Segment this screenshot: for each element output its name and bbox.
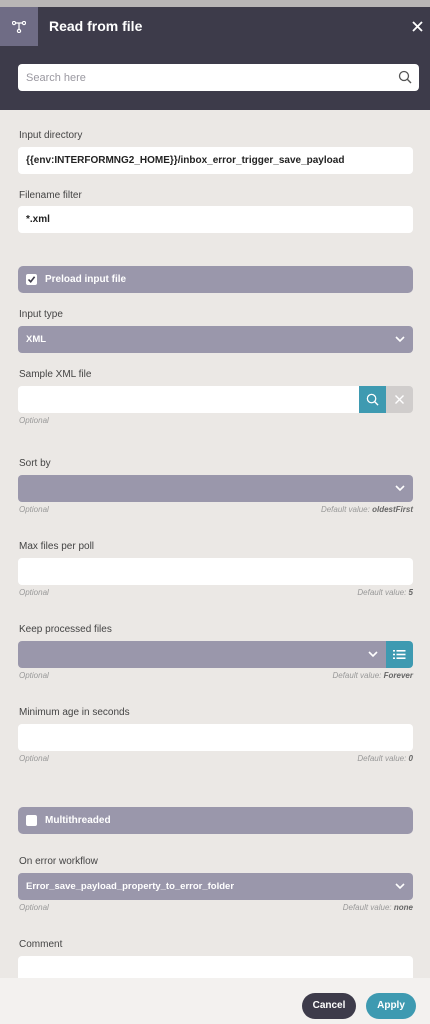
on-error-workflow-value: Error_save_payload_property_to_error_fol… xyxy=(26,881,235,892)
default-value-hint: Default value: Forever xyxy=(332,671,413,680)
sample-xml-file-label: Sample XML file xyxy=(19,369,92,380)
cancel-button[interactable]: Cancel xyxy=(302,993,356,1019)
top-strip xyxy=(0,0,430,7)
max-files-per-poll-label: Max files per poll xyxy=(19,541,95,552)
browse-search-button[interactable] xyxy=(359,386,386,413)
optional-hint: Optional xyxy=(19,416,49,425)
search-box xyxy=(18,64,419,91)
on-error-workflow-select[interactable]: Error_save_payload_property_to_error_fol… xyxy=(18,873,413,900)
minimum-age-field[interactable] xyxy=(18,724,413,751)
max-files-per-poll-field[interactable] xyxy=(18,558,413,585)
search-icon[interactable] xyxy=(398,70,412,84)
sample-xml-file-field[interactable] xyxy=(18,386,359,413)
default-value: oldestFirst xyxy=(372,505,413,514)
optional-hint: Optional xyxy=(19,588,49,597)
chevron-down-icon xyxy=(395,485,405,492)
keep-processed-files-select[interactable] xyxy=(18,641,386,668)
preload-input-file-toggle[interactable]: Preload input file xyxy=(18,266,413,293)
optional-hint: Optional xyxy=(19,903,49,912)
comment-label: Comment xyxy=(19,939,63,950)
optional-hint: Optional xyxy=(19,671,49,680)
default-prefix: Default value: xyxy=(342,903,392,912)
input-directory-label: Input directory xyxy=(19,130,83,141)
input-directory-field[interactable]: {{env:INTERFORMNG2_HOME}}/inbox_error_tr… xyxy=(18,147,413,174)
default-prefix: Default value: xyxy=(357,588,407,597)
default-value: Forever xyxy=(383,671,413,680)
default-value-hint: Default value: 0 xyxy=(357,754,413,763)
chevron-down-icon xyxy=(368,651,378,658)
default-prefix: Default value: xyxy=(332,671,382,680)
sort-by-select[interactable] xyxy=(18,475,413,502)
filename-filter-label: Filename filter xyxy=(19,190,82,201)
minimum-age-label: Minimum age in seconds xyxy=(19,707,130,718)
preload-input-file-label: Preload input file xyxy=(45,274,127,285)
default-value: 5 xyxy=(408,588,413,597)
clear-button[interactable] xyxy=(386,386,413,413)
optional-hint: Optional xyxy=(19,754,49,763)
chevron-down-icon xyxy=(395,336,405,343)
list-icon xyxy=(393,650,406,659)
filename-filter-field[interactable]: *.xml xyxy=(18,206,413,233)
search-input[interactable] xyxy=(18,64,388,91)
default-value-hint: Default value: oldestFirst xyxy=(321,505,413,514)
multithreaded-toggle[interactable]: Multithreaded xyxy=(18,807,413,834)
panel-header: Read from file xyxy=(0,7,430,110)
panel-title: Read from file xyxy=(49,18,143,34)
close-icon[interactable] xyxy=(411,20,424,33)
keep-processed-files-label: Keep processed files xyxy=(19,624,112,635)
search-icon xyxy=(366,393,379,406)
default-value-hint: Default value: none xyxy=(343,903,413,912)
checkbox-checked-icon[interactable] xyxy=(26,274,37,285)
apply-button[interactable]: Apply xyxy=(366,993,416,1019)
checkbox-unchecked-icon[interactable] xyxy=(26,815,37,826)
input-type-label: Input type xyxy=(19,309,63,320)
chevron-down-icon xyxy=(395,883,405,890)
workflow-node-icon xyxy=(0,7,38,46)
list-options-button[interactable] xyxy=(386,641,413,668)
optional-hint: Optional xyxy=(19,505,49,514)
close-icon xyxy=(395,395,404,404)
default-value-hint: Default value: 5 xyxy=(357,588,413,597)
default-prefix: Default value: xyxy=(357,754,407,763)
sort-by-label: Sort by xyxy=(19,458,51,469)
input-type-value: XML xyxy=(26,334,47,345)
footer-bar: Cancel Apply xyxy=(0,978,430,1024)
multithreaded-label: Multithreaded xyxy=(45,815,111,826)
default-value: none xyxy=(393,903,413,912)
default-prefix: Default value: xyxy=(320,505,370,514)
on-error-workflow-label: On error workflow xyxy=(19,856,98,867)
default-value: 0 xyxy=(408,754,413,763)
input-type-select[interactable]: XML xyxy=(18,326,413,353)
